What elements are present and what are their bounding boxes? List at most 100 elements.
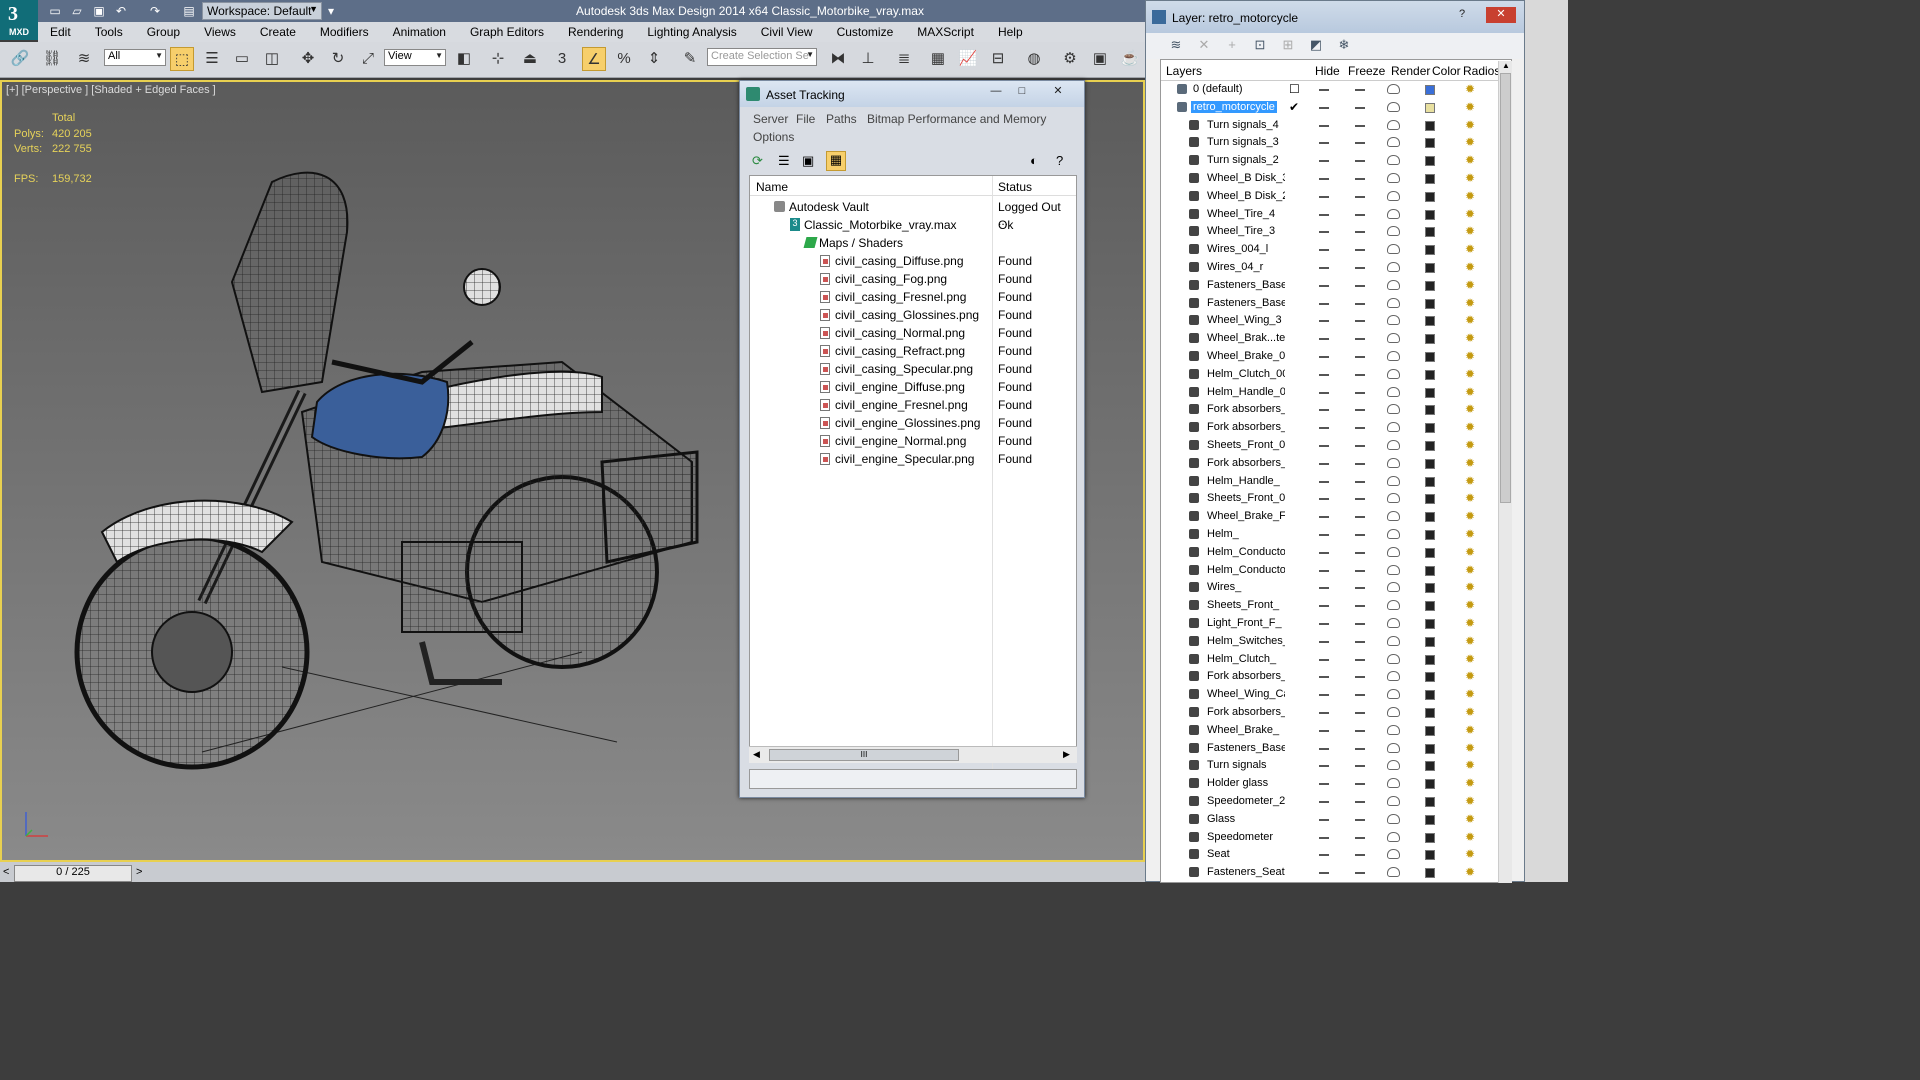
hide-toggle[interactable] [1319,142,1329,145]
freeze-toggle[interactable] [1355,480,1365,483]
layer-object-row[interactable]: Wheel_Brake_Fa ✹ [1161,508,1511,526]
scroll-left-icon[interactable]: ◀ [753,749,760,760]
app-logo-button[interactable]: 3 MXD [0,0,38,40]
layer-object-row[interactable]: Turn signals ✹ [1161,757,1511,775]
layer-object-row[interactable]: Wheel_Tire_3 ✹ [1161,223,1511,241]
radiosity-icon[interactable]: ✹ [1465,456,1479,472]
radiosity-icon[interactable]: ✹ [1465,474,1479,490]
layer-color-swatch[interactable] [1425,263,1435,273]
freeze-toggle[interactable] [1355,783,1365,786]
freeze-toggle[interactable] [1355,658,1365,661]
radiosity-icon[interactable]: ✹ [1465,830,1479,846]
layer-color-swatch[interactable] [1425,743,1435,754]
tree-row-map[interactable]: civil_engine_Glossines.png Found [750,414,1072,432]
layer-color-swatch[interactable] [1425,761,1435,772]
layer-color-swatch[interactable] [1425,102,1435,113]
radiosity-icon[interactable]: ✹ [1465,634,1479,650]
layer-object-row[interactable]: Fork absorbers_ ✹ [1161,419,1511,437]
render-teapot-icon[interactable] [1387,796,1400,806]
column-render[interactable]: Render [1391,64,1430,78]
radiosity-icon[interactable]: ✹ [1465,776,1479,792]
radiosity-icon[interactable]: ✹ [1465,171,1479,187]
freeze-toggle[interactable] [1355,676,1365,679]
layer-color-swatch[interactable] [1425,191,1435,202]
layer-row-default[interactable]: 0 (default) ☐ ✹ [1161,81,1511,99]
render-setup-icon[interactable]: ⚙ [1058,47,1082,71]
list-view-icon[interactable]: ☰ [778,153,794,169]
freeze-toggle[interactable] [1355,427,1365,430]
menu-bitmap-performance[interactable]: Bitmap Performance and Memory [867,112,1046,126]
tree-row-map[interactable]: civil_engine_Fresnel.png Found [750,396,1072,414]
render-teapot-icon[interactable] [1387,689,1400,700]
tree-row-map[interactable]: civil_engine_Normal.png Found [750,432,1072,450]
thumbnail-view-icon[interactable]: ▣ [802,153,818,169]
column-hide[interactable]: Hide [1315,64,1340,78]
radiosity-icon[interactable]: ✹ [1465,652,1479,668]
radiosity-icon[interactable]: ✹ [1465,723,1479,739]
freeze-toggle[interactable] [1355,462,1365,465]
freeze-toggle[interactable] [1355,516,1365,519]
radiosity-icon[interactable]: ✹ [1465,82,1479,98]
hide-toggle[interactable] [1319,178,1329,180]
hide-toggle[interactable] [1319,338,1329,341]
radiosity-icon[interactable]: ✹ [1465,153,1479,169]
menu-views[interactable]: Views [192,22,248,42]
workspace-select[interactable]: Workspace: Default ▼ [202,2,322,20]
layer-object-row[interactable]: Wires_ ✹ [1161,579,1511,597]
freeze-toggle[interactable] [1355,872,1365,875]
layer-color-swatch[interactable] [1425,583,1435,594]
hide-toggle[interactable] [1319,445,1329,447]
radiosity-icon[interactable]: ✹ [1465,865,1479,881]
hide-toggle[interactable] [1319,106,1329,109]
menu-options[interactable]: Options [753,130,794,144]
layer-object-row[interactable]: Turn signals_3 ✹ [1161,134,1511,152]
freeze-toggle[interactable] [1355,320,1365,323]
layer-object-row[interactable]: Fork absorbers_ ✹ [1161,704,1511,722]
render-teapot-icon[interactable] [1387,137,1400,148]
tree-row-map[interactable]: civil_casing_Diffuse.png Found [750,252,1072,270]
layer-color-swatch[interactable] [1425,530,1435,540]
curve-editor-icon[interactable]: 📈 [956,47,980,71]
layer-color-swatch[interactable] [1425,797,1435,807]
hide-toggle[interactable] [1319,498,1329,501]
freeze-toggle[interactable] [1355,729,1365,732]
layer-color-swatch[interactable] [1425,832,1435,843]
close-icon[interactable]: ✕ [1486,7,1516,23]
layer-object-row[interactable]: Wires_04_r ✹ [1161,259,1511,277]
layer-color-swatch[interactable] [1425,512,1435,523]
layer-object-row[interactable]: Helm_Conductor ✹ [1161,562,1511,580]
angle-snap-icon[interactable]: ∠ [582,47,606,71]
render-teapot-icon[interactable] [1387,84,1400,94]
radiosity-icon[interactable]: ✹ [1465,420,1479,436]
layer-color-swatch[interactable] [1425,405,1435,416]
layer-color-swatch[interactable] [1425,352,1435,362]
help-icon[interactable]: ? [1056,153,1072,169]
layer-object-row[interactable]: Fork absorbers_ ✹ [1161,668,1511,686]
tree-row-map[interactable]: civil_engine_Diffuse.png Found [750,378,1072,396]
hide-toggle[interactable] [1319,195,1329,198]
radiosity-icon[interactable]: ✹ [1465,189,1479,205]
layer-object-row[interactable]: Light_Front_F_ ✹ [1161,615,1511,633]
hide-toggle[interactable] [1319,587,1329,590]
layer-color-swatch[interactable] [1425,298,1435,309]
layer-object-row[interactable]: Wheel_Tire_4 ✹ [1161,206,1511,224]
freeze-toggle[interactable] [1355,373,1365,376]
hide-toggle[interactable] [1319,729,1329,732]
layer-color-swatch[interactable] [1425,334,1435,345]
make-active-checkbox[interactable]: ☐ [1289,82,1300,96]
rendered-frame-icon[interactable]: ▣ [1088,47,1112,71]
render-teapot-icon[interactable] [1387,351,1400,361]
freeze-toggle[interactable] [1355,213,1365,216]
render-teapot-icon[interactable] [1387,386,1400,397]
freeze-toggle[interactable] [1355,302,1365,305]
scroll-up-icon[interactable]: ▲ [1502,61,1510,70]
radiosity-icon[interactable]: ✹ [1465,135,1479,151]
render-teapot-icon[interactable] [1387,119,1400,130]
render-teapot-icon[interactable] [1387,333,1400,344]
layer-color-swatch[interactable] [1425,369,1435,380]
layer-color-swatch[interactable] [1425,209,1435,220]
layer-color-swatch[interactable] [1425,138,1435,149]
layer-color-swatch[interactable] [1425,227,1435,238]
radiosity-icon[interactable]: ✹ [1465,349,1479,365]
radiosity-icon[interactable]: ✹ [1465,741,1479,757]
